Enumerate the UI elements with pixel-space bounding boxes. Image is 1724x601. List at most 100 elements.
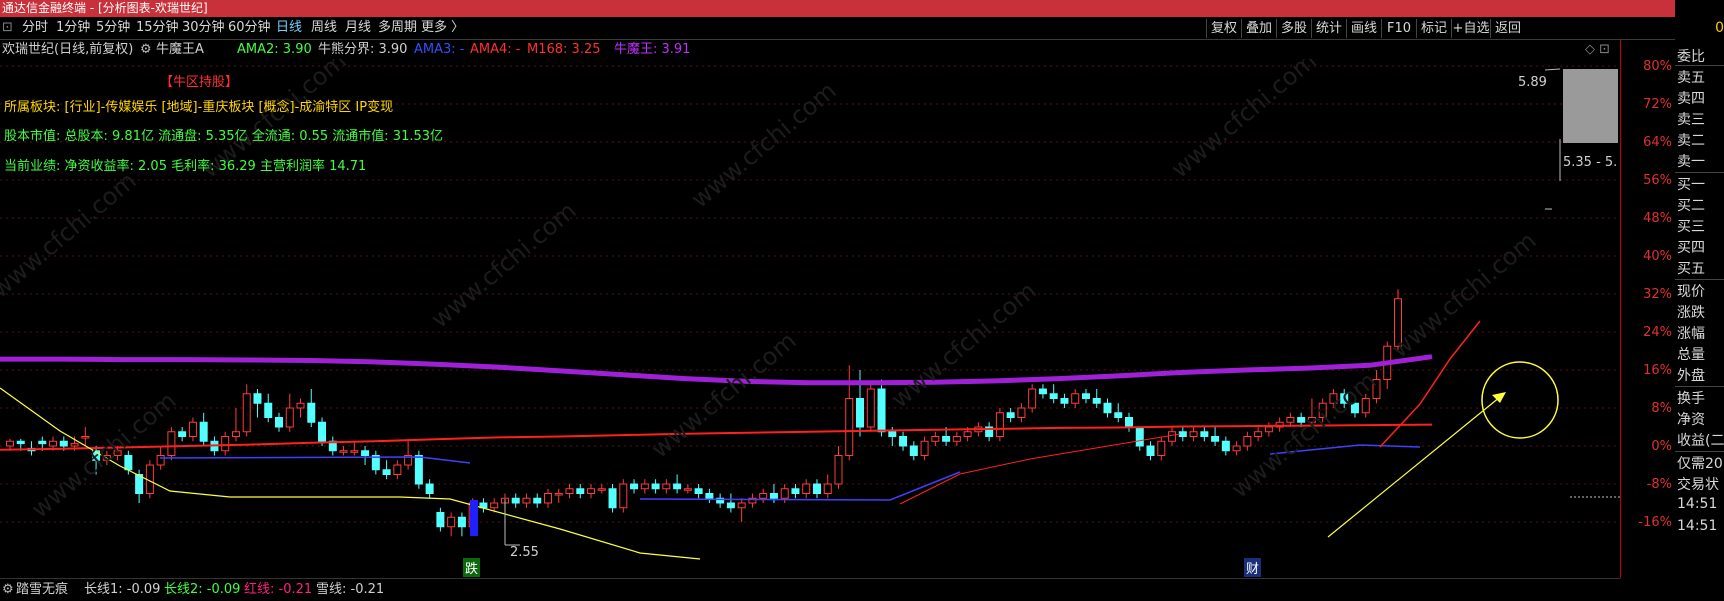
candle [651,479,660,494]
period-more[interactable]: 更多 〉 [421,19,464,37]
fall-marker[interactable]: 跌 [463,558,481,577]
candle [619,479,628,513]
candle-body [188,421,197,437]
collapse-icon[interactable]: ◇ ⊡ [1585,41,1610,59]
panel-toggle-icon[interactable]: ⊡ [2,19,13,37]
quote-row: 卖五 [1677,70,1705,86]
candle-body [683,488,692,491]
period-30min[interactable]: 30分钟 [182,19,225,37]
candle [1232,441,1241,456]
candle-body [1103,402,1112,414]
divider [1675,65,1724,66]
candle [812,479,821,499]
y-tick: 56% [1643,173,1672,188]
candle [178,427,187,442]
period-multi[interactable]: 多周期 [378,19,417,37]
candle-body [856,398,865,428]
adjust-button[interactable]: 复权 [1206,19,1241,38]
candle [1125,412,1134,432]
indicator-settings-icon[interactable]: ⚙ [140,41,152,59]
low-price-label: 2.55 [510,545,539,560]
period-daily[interactable]: 日线 [276,19,302,37]
candle [167,427,176,461]
candle [1114,403,1123,423]
candle-body [640,483,649,490]
candle [737,498,746,522]
period-monthly[interactable]: 月线 [345,19,371,37]
candle-body [490,502,499,509]
candle [533,493,542,508]
quote-row: 买三 [1677,219,1705,235]
candle [866,384,875,432]
red-line-value: 红线: -0.21 [244,582,313,597]
candle-body [608,488,617,509]
period-15min[interactable]: 15分钟 [136,19,179,37]
candle-body [436,512,445,528]
candle [565,484,574,499]
candle-body [576,488,585,494]
candle [307,389,316,427]
f10-button[interactable]: F10 [1381,19,1416,38]
overlay-button[interactable]: 叠加 [1241,19,1276,38]
candle-body [866,388,875,428]
candle-body [834,455,843,485]
candle [1200,427,1209,442]
divider [1675,279,1724,280]
add-watchlist-button[interactable]: +自选 [1451,19,1490,38]
period-5min[interactable]: 5分钟 [96,19,130,37]
yellow-ma-line [0,387,701,560]
candle [726,493,735,513]
period-weekly[interactable]: 周线 [311,19,337,37]
draw-line-button[interactable]: 画线 [1346,19,1381,38]
candle-body [1168,431,1177,442]
candle-body [931,436,940,442]
quote-row: 卖四 [1677,91,1705,107]
candle-body [587,488,596,494]
finance-marker[interactable]: 财 [1244,558,1262,577]
quote-row: 买二 [1677,198,1705,214]
stock-name: 欢瑞世纪(日线,前复权) [2,42,134,57]
quote-row: 涨幅 [1677,326,1705,342]
multi-stock-button[interactable]: 多股 [1276,19,1311,38]
candle [1264,422,1273,437]
quote-time: 14:51 [1677,518,1718,534]
candle [554,488,563,503]
candle [522,493,531,508]
candle-body [1114,412,1123,418]
candle-body [1189,431,1198,437]
period-60min[interactable]: 60分钟 [228,19,271,37]
candle-body [1146,445,1155,456]
period-fenshi[interactable]: 分时 [22,19,48,37]
price-high-label: 5.89 [1518,75,1547,90]
indicator-settings-icon[interactable]: ⚙ [2,580,14,600]
candle [662,479,671,494]
candle-body [1286,417,1295,423]
back-button[interactable]: 返回 [1490,19,1525,38]
bottom-indicator-name[interactable]: 踏雪无痕 [16,580,68,600]
candle [899,431,908,451]
candle [274,412,283,432]
y-tick: 16% [1643,363,1672,378]
candle-body [1221,440,1230,452]
watermark-text: www.cfchi.com [686,76,842,213]
statistics-button[interactable]: 统计 [1311,19,1346,38]
period-1min[interactable]: 1分钟 [56,19,90,37]
price-range-label: 5.35 - 5.8 [1563,155,1618,170]
candle [823,474,832,499]
mark-button[interactable]: 标记 [1416,19,1451,38]
snow-line-value: 雪线: -0.21 [316,582,385,597]
candle [447,512,456,537]
candle-body [888,431,897,437]
candle [285,393,294,432]
candle [221,431,230,456]
y-tick: 32% [1643,287,1672,302]
candle-body [952,436,961,442]
bull-bear-boundary: 牛熊分界: 3.90 [318,42,408,57]
candle [1038,384,1047,399]
candle [694,484,703,499]
candle [920,436,929,461]
ama4-value: AMA4: - [470,42,521,57]
indicator-name[interactable]: 牛魔王A [156,41,204,59]
candle [640,479,649,494]
candle-body [70,443,79,447]
